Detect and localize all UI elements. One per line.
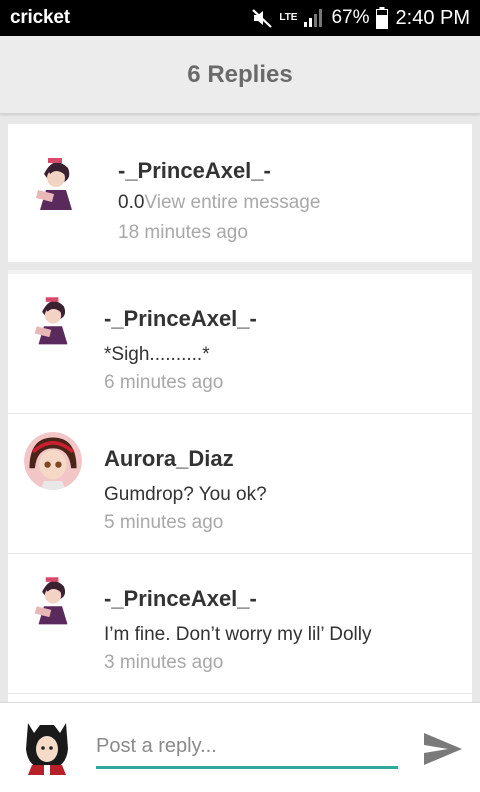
- view-entire-message-link[interactable]: View entire message: [144, 192, 320, 213]
- post-message: 0.0View entire message: [118, 192, 320, 214]
- network-type: LTE: [279, 12, 298, 23]
- clock: 2:40 PM: [395, 6, 470, 29]
- reply-bar: [0, 702, 480, 792]
- send-icon: [424, 733, 462, 765]
- avatar[interactable]: [24, 570, 82, 628]
- original-post-card[interactable]: -_PrinceAxel_- 0.0View entire message 18…: [8, 124, 472, 262]
- list-item[interactable]: Aurora_Diaz Gumdrop? You ok? 5 minutes a…: [8, 414, 472, 554]
- avatar-image: [24, 290, 82, 348]
- message-text: 0.0: [118, 192, 145, 213]
- avatar-image: [26, 723, 68, 775]
- avatar[interactable]: [24, 290, 82, 348]
- avatar-image: [24, 150, 88, 214]
- replies-header: 6 Replies: [0, 36, 480, 114]
- list-item[interactable]: -_PrinceAxel_- I’m fine. Don’t worry my …: [8, 554, 472, 694]
- page-title: 6 Replies: [187, 60, 293, 88]
- carrier-label: cricket: [10, 7, 70, 28]
- avatar[interactable]: [24, 150, 88, 214]
- author-name[interactable]: -_PrinceAxel_-: [104, 586, 257, 612]
- signal-icon: [303, 8, 325, 28]
- send-button[interactable]: [420, 727, 464, 771]
- list-item[interactable]: -_PrinceAxel_- *Sigh..........* 6 minute…: [8, 274, 472, 414]
- author-name[interactable]: -_PrinceAxel_-: [104, 306, 257, 332]
- reply-input[interactable]: [96, 733, 398, 769]
- avatar-image: [24, 570, 82, 628]
- reply-timestamp: 6 minutes ago: [104, 372, 224, 393]
- reply-message: *Sigh..........*: [104, 344, 210, 365]
- post-timestamp: 18 minutes ago: [118, 222, 248, 243]
- mute-icon: [251, 8, 273, 28]
- status-icons: LTE 67% 2:40 PM: [251, 7, 470, 30]
- reply-message: I’m fine. Don’t worry my lil’ Dolly: [104, 624, 372, 645]
- battery-icon: [375, 7, 388, 29]
- reply-timestamp: 5 minutes ago: [104, 512, 224, 533]
- avatar-image: [24, 432, 82, 490]
- my-avatar: [22, 719, 72, 775]
- reply-message: Gumdrop? You ok?: [104, 484, 267, 505]
- battery-percent: 67%: [331, 7, 370, 28]
- avatar[interactable]: [24, 432, 82, 490]
- status-bar: cricket LTE 67% 2:40 PM: [0, 0, 480, 36]
- reply-timestamp: 3 minutes ago: [104, 652, 224, 673]
- author-name[interactable]: Aurora_Diaz: [104, 446, 234, 472]
- author-name[interactable]: -_PrinceAxel_-: [118, 158, 271, 184]
- replies-list: -_PrinceAxel_- *Sigh..........* 6 minute…: [8, 270, 472, 702]
